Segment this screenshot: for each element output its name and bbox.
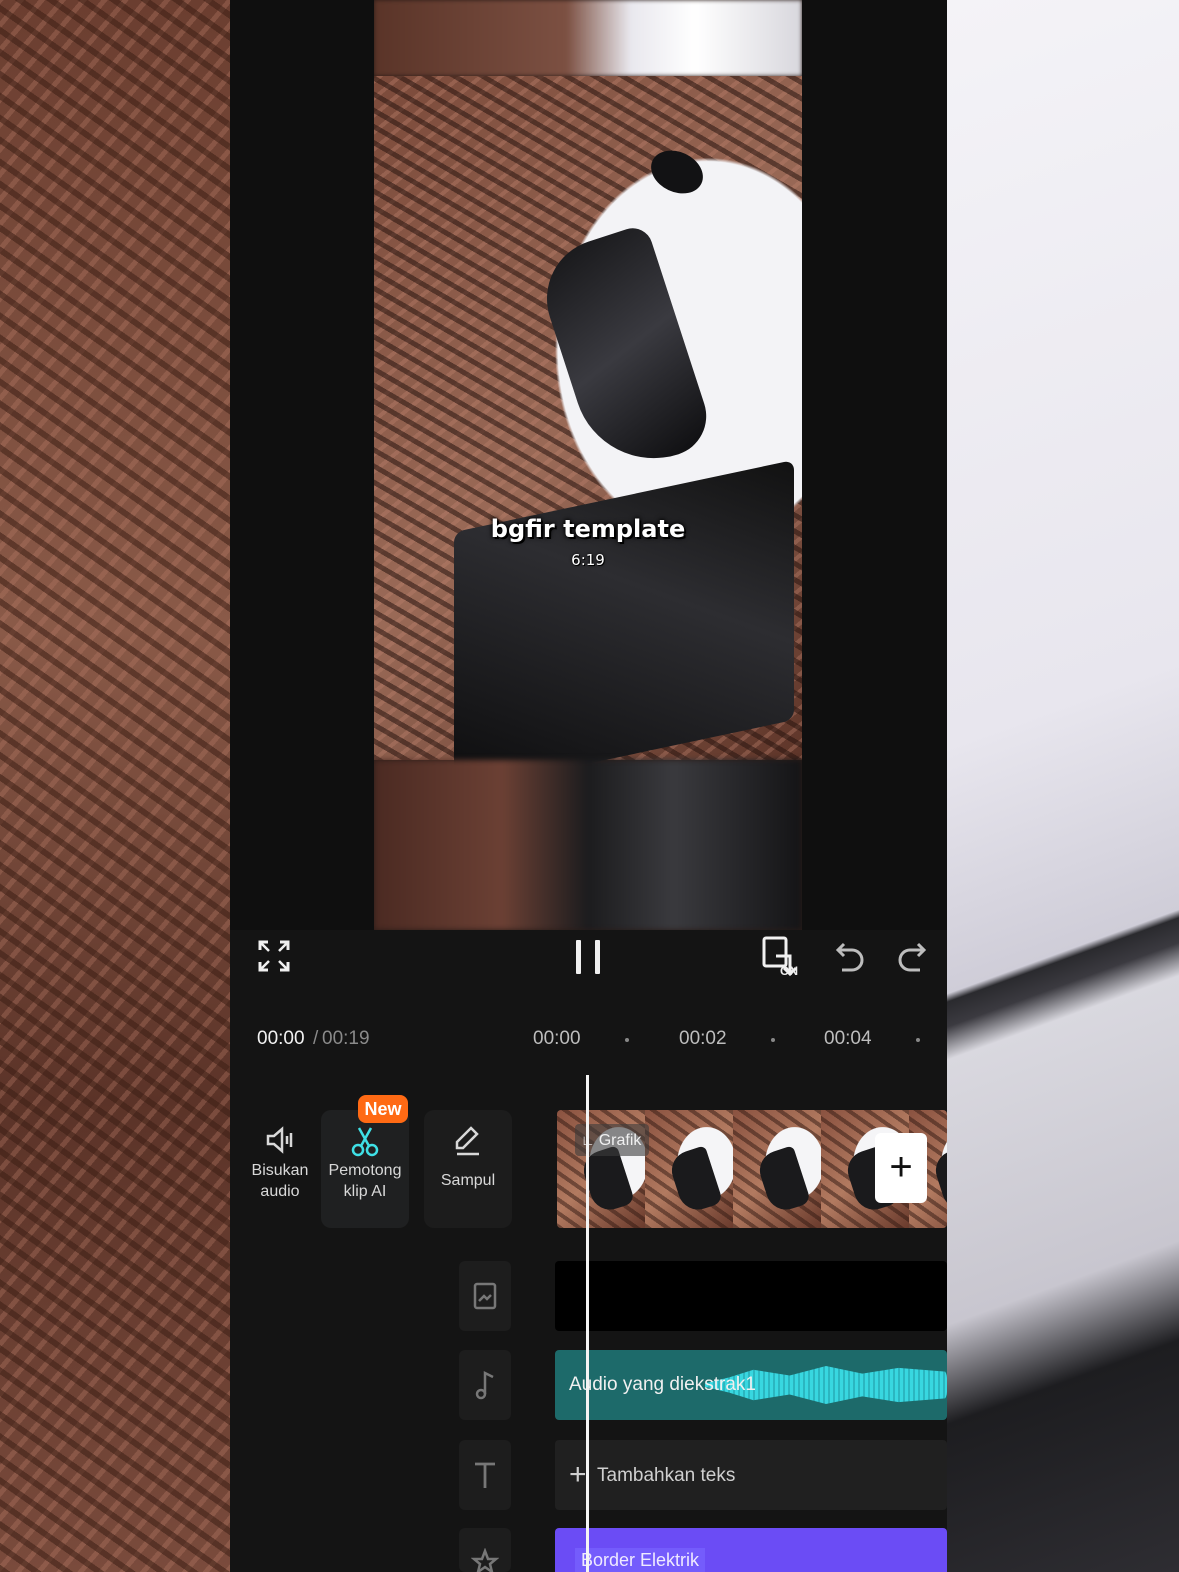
mute-audio-button[interactable]: Bisukan audio — [236, 1110, 324, 1228]
background-left-leaves — [0, 0, 230, 1572]
add-text-plus: + — [569, 1458, 587, 1491]
overlay-track-icon[interactable] — [459, 1261, 511, 1331]
current-time: 00:00 — [257, 1028, 305, 1049]
expand-icon[interactable] — [256, 938, 292, 974]
ratio-on-label: ON — [780, 964, 798, 978]
video-preview[interactable]: bgfir template 6:19 — [374, 0, 802, 930]
car-bumper-shape — [454, 459, 794, 793]
tick-dot — [771, 1038, 775, 1042]
playback-controls: ON — [230, 930, 947, 1010]
text-icon[interactable] — [459, 1440, 511, 1510]
cover-button[interactable]: Sampul — [424, 1110, 512, 1228]
total-time: 00:19 — [322, 1028, 370, 1049]
effects-star-icon[interactable] — [459, 1528, 511, 1572]
cover-label: Sampul — [440, 1172, 496, 1189]
ai-clip-cutter-label-1: Pemotong — [328, 1162, 402, 1179]
pencil-icon — [424, 1110, 512, 1160]
timeline-tick: 00:02 — [679, 1028, 727, 1049]
effect-track-label: Border Elektrik — [575, 1548, 706, 1572]
pause-icon[interactable] — [573, 938, 603, 976]
background-right-car — [947, 0, 1179, 1572]
preview-top-blur — [374, 0, 802, 76]
undo-icon[interactable] — [834, 938, 866, 974]
mute-audio-label-2: audio — [260, 1183, 300, 1200]
preview-bottom-blur — [374, 760, 802, 930]
tick-dot — [625, 1038, 629, 1042]
clip-thumbnail — [733, 1110, 821, 1228]
add-clip-button[interactable]: + — [875, 1133, 927, 1203]
audio-track-label: Audio yang diekstrak1 — [569, 1374, 756, 1395]
add-text-track[interactable]: + Tambahkan teks — [555, 1440, 947, 1510]
timeline-header: 00:00 / 00:19 00:00 00:02 00:04 — [230, 1010, 947, 1070]
car-headlight-shape — [531, 223, 717, 479]
overlay-subtitle-text: 6:19 — [571, 551, 605, 569]
add-text-label: Tambahkan teks — [597, 1465, 736, 1486]
timeline-tick: 00:04 — [824, 1028, 872, 1049]
mute-audio-label-1: Bisukan — [251, 1162, 309, 1179]
audio-track[interactable]: Audio yang diekstrak1 — [555, 1350, 947, 1420]
clip-thumbnail — [645, 1110, 733, 1228]
redo-icon[interactable] — [896, 938, 928, 974]
overlay-track[interactable] — [555, 1261, 947, 1331]
overlay-title-text: bgfir template — [490, 515, 686, 543]
preview-area: bgfir template 6:19 — [230, 0, 947, 930]
aspect-ratio-toggle[interactable]: ON — [760, 934, 804, 982]
music-note-icon[interactable] — [459, 1350, 511, 1420]
time-separator: / — [313, 1028, 319, 1049]
playhead[interactable] — [586, 1075, 589, 1572]
speaker-icon — [236, 1110, 324, 1160]
effect-track[interactable]: Border Elektrik — [555, 1528, 947, 1572]
preview-frame — [374, 76, 802, 793]
ai-clip-cutter-button[interactable]: Pemotong klip AI — [321, 1110, 409, 1228]
car-vent-shape — [644, 142, 710, 202]
ai-clip-cutter-label-2: klip AI — [343, 1183, 387, 1200]
new-badge: New — [358, 1095, 408, 1123]
tick-dot — [916, 1038, 920, 1042]
timeline-tick: 00:00 — [533, 1028, 581, 1049]
video-editor-app: bgfir template 6:19 ON 00:00 / 00:19 00:… — [230, 0, 947, 1572]
clip-graph-label: Grafik — [598, 1132, 642, 1149]
